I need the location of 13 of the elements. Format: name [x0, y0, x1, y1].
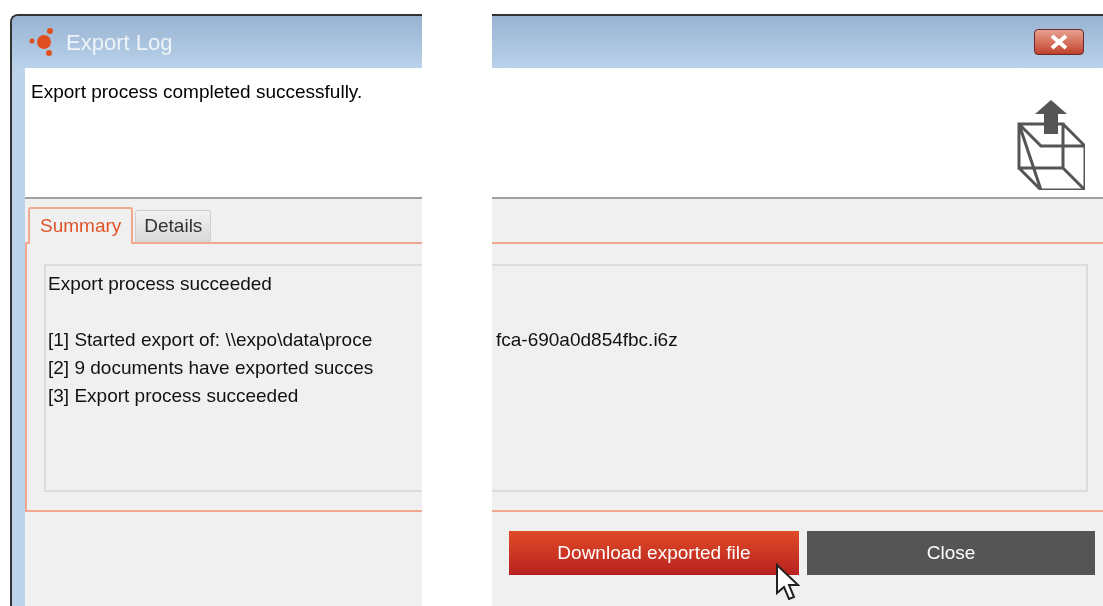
cube-upload-icon — [1015, 100, 1085, 190]
mouse-pointer-icon — [775, 563, 801, 601]
window-title: Export Log — [66, 28, 173, 57]
download-button[interactable]: Download exported file — [509, 531, 799, 575]
log-line: fca-690a0d854fbc.i6z — [496, 328, 678, 352]
log-line: [1] Started export of: \\expo\data\proce — [48, 328, 374, 352]
close-button[interactable]: Close — [807, 531, 1095, 575]
message-text: Export process completed successfully. — [31, 80, 363, 102]
tab[interactable]: Details — [135, 210, 212, 242]
log-line: [3] Export process succeeded — [48, 384, 300, 408]
close-icon[interactable] — [1034, 29, 1084, 55]
log-heading: Export process succeeded — [48, 272, 272, 296]
log-line: [2] 9 documents have exported succes — [48, 356, 375, 380]
